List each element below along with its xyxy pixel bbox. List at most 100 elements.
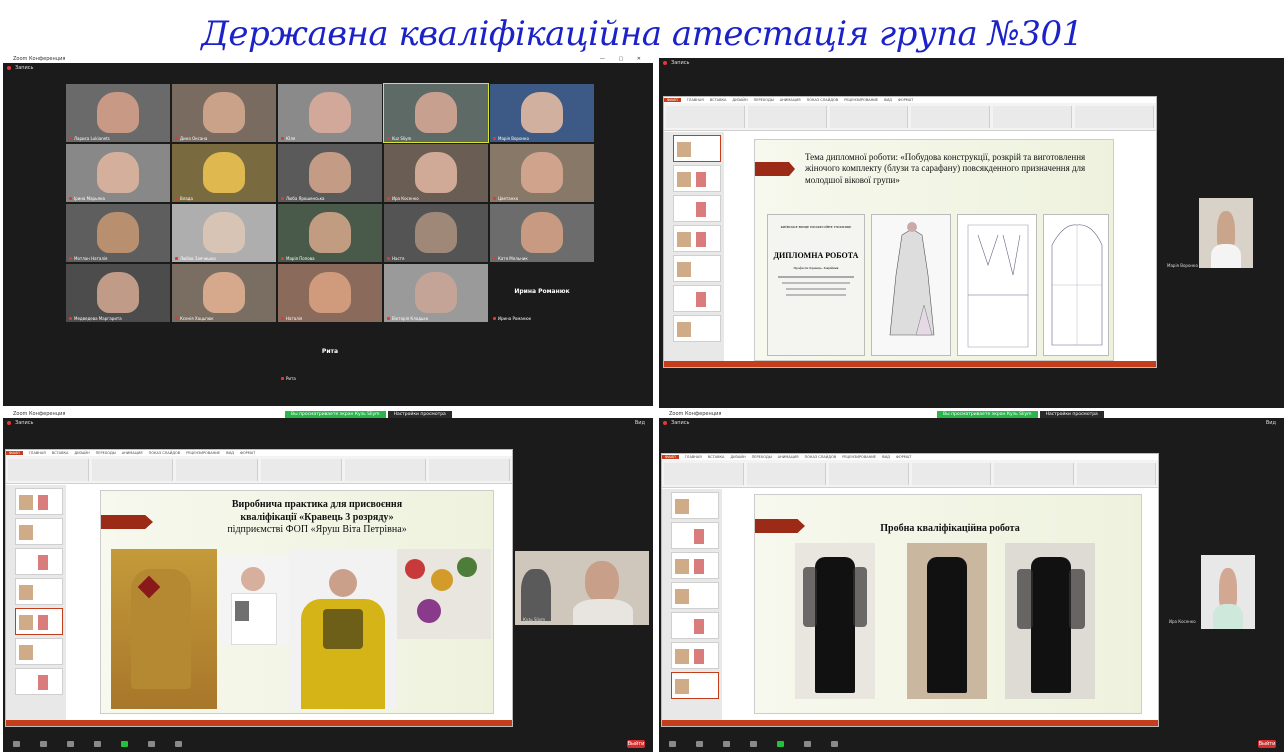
participant-name: Цветанко [493,196,518,201]
powerpoint-window: ФАЙЛ ГЛАВНАЯ ВСТАВКА ДИЗАЙН ПЕРЕХОДЫ АНИМАЦИЯ… [5,449,513,727]
slide-thumbnail[interactable] [671,672,719,699]
leave-button[interactable]: Выйти [1258,740,1276,748]
leave-button[interactable]: Выйти [627,740,645,748]
share-banner[interactable]: Вы просматриваете экран Кузь Sliym Настр… [937,411,1104,418]
participants-icon[interactable] [67,741,74,747]
view-button[interactable]: Вид [635,418,645,428]
slide-thumbnail[interactable] [15,638,63,665]
participant-tile[interactable]: Марія Воронко [490,84,594,142]
slide-thumbnail[interactable] [673,165,721,192]
slide-thumbnail[interactable] [673,135,721,162]
participant-tile[interactable]: Любов Заячишко [172,204,276,262]
slide-thumbnails[interactable] [662,489,722,720]
slide-thumbnails[interactable] [664,132,724,361]
participant-tile[interactable]: Наталія [278,264,382,322]
pattern-draft-1 [957,214,1037,356]
slide-thumbnail[interactable] [15,608,63,635]
slide-thumbnail[interactable] [673,315,721,342]
slide-thumbnail[interactable] [15,578,63,605]
slide-thumbnail[interactable] [673,285,721,312]
ribbon-tabs[interactable]: ФАЙЛ ГЛАВНАЯ ВСТАВКА ДИЗАЙН ПЕРЕХОДЫ АНИМАЦИЯ… [6,450,512,456]
slide-thumbnail[interactable] [673,195,721,222]
reactions-icon[interactable] [175,741,182,747]
participant-name: Юля [281,136,295,141]
ribbon-tabs[interactable]: ФАЙЛ ГЛАВНАЯ ВСТАВКА ДИЗАЙН ПЕРЕХОДЫ АНИМАЦИЯ… [662,454,1158,460]
slide-thumbnail[interactable] [671,522,719,549]
participant-video [1201,555,1255,629]
app-title: Zoom Конференция [669,411,722,417]
chat-icon[interactable] [94,741,101,747]
participants-icon[interactable] [723,741,730,747]
zoom-window-practice: Zoom Конференция Вы просматриваете экран… [3,411,653,752]
slide-thumbnail[interactable] [15,668,63,695]
slide-thumbnail[interactable] [15,518,63,545]
slide-thumbnails[interactable] [6,485,66,720]
participant-tile[interactable]: Вікторія Кладько [384,264,488,322]
participant-name: Дина Оксана [175,136,207,141]
participant-tile[interactable]: Люба Ярошенська [278,144,382,202]
slide-thumbnail[interactable] [15,548,63,575]
participant-tile[interactable]: Дина Оксана [172,84,276,142]
participant-tile[interactable]: Ира Косенко [384,144,488,202]
slide-thumbnail[interactable] [673,255,721,282]
app-title: Zoom Конференция [13,411,66,417]
participant-tile[interactable]: Ірина Марьяна [66,144,170,202]
participant-video [1199,198,1253,268]
participant-tile[interactable]: Мотлан Наталія [66,204,170,262]
share-banner[interactable]: Вы просматриваете экран Кузь Sliym Настр… [285,411,452,418]
view-options-button[interactable]: Настройки просмотра [1039,411,1104,418]
yellow-blouse-photo [289,549,397,709]
ribbon: ФАЙЛ ГЛАВНАЯ ВСТАВКА ДИЗАЙН ПЕРЕХОДЫ АНИМАЦИЯ… [664,97,1156,131]
participant-video [309,152,351,193]
participant-video [309,92,351,133]
participant-video [515,551,649,625]
ribbon-tabs[interactable]: ФАЙЛ ГЛАВНАЯ ВСТАВКА ДИЗАЙН ПЕРЕХОДЫ АНИМАЦИЯ… [664,97,1156,103]
slide-thumbnail[interactable] [671,552,719,579]
slide-thumbnail[interactable] [671,642,719,669]
reactions-icon[interactable] [831,741,838,747]
participant-tile[interactable]: Лариса Lukianets [66,84,170,142]
window-titlebar: Zoom Конференция — ▢ ✕ [3,56,653,63]
zoom-window-trial: Zoom Конференция Вы просматриваете экран… [659,411,1284,752]
record-button-icon[interactable] [148,741,155,747]
slide-thumbnail[interactable] [673,225,721,252]
share-notice: Вы просматриваете экран Кузь Sliym [285,411,386,418]
slide-thumbnail[interactable] [671,582,719,609]
participant-tile[interactable]: Катя Мельник [490,204,594,262]
participant-tile[interactable]: Настя [384,204,488,262]
fashion-sketch [871,214,951,356]
share-screen-icon[interactable] [777,741,784,747]
share-screen-icon[interactable] [121,741,128,747]
record-icon [663,61,667,65]
participant-tile[interactable]: Влада [172,144,276,202]
chat-icon[interactable] [750,741,757,747]
participant-tile[interactable]: Цветанко [490,144,594,202]
participant-name: Лариса Lukianets [69,136,110,141]
video-icon[interactable] [696,741,703,747]
participant-tile[interactable]: Рита Рита [278,324,382,382]
participant-name: Катя Мельник [493,256,528,261]
participant-tile[interactable]: Медведева Маргарита [66,264,170,322]
mute-icon[interactable] [669,741,676,747]
window-controls[interactable]: — ▢ ✕ [600,56,647,63]
participant-tile[interactable]: Kuz Sliym [383,83,489,143]
participant-tile[interactable]: Ксенія Хацьпюк [172,264,276,322]
participant-name: Марія Воронко [1167,263,1198,268]
participant-tile[interactable]: Ирина Романюк Ирина Романюк [490,264,594,322]
participant-name: Ира Косенко [1169,619,1196,624]
participant-tile[interactable]: Юля [278,84,382,142]
view-options-button[interactable]: Настройки просмотра [387,411,452,418]
slide-thumbnail[interactable] [671,492,719,519]
record-button-icon[interactable] [804,741,811,747]
slide-thumbnail[interactable] [15,488,63,515]
slide-title: Пробна кваліфікаційна робота [880,523,1020,534]
participant-tile[interactable]: Марія Попова [278,204,382,262]
view-button[interactable]: Вид [1266,418,1276,428]
mute-icon[interactable] [13,741,20,747]
slide-thumbnail[interactable] [671,612,719,639]
dress-sketch-icon [889,222,935,336]
video-icon[interactable] [40,741,47,747]
status-bar [662,720,1158,726]
participant-name: Ира Косенко [387,196,419,201]
recording-bar: Запись [659,58,1284,68]
